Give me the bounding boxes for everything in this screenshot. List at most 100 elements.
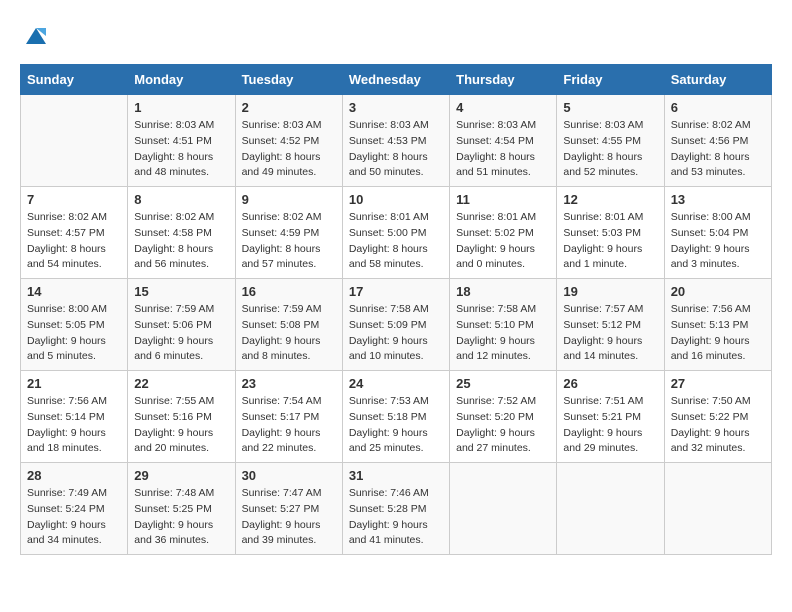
day-number: 4 xyxy=(456,100,550,115)
weekday-header-sunday: Sunday xyxy=(21,65,128,95)
day-info: Sunrise: 7:49 AMSunset: 5:24 PMDaylight:… xyxy=(27,486,121,549)
calendar-cell: 11 Sunrise: 8:01 AMSunset: 5:02 PMDayligh… xyxy=(450,187,557,279)
calendar-cell: 1Sunrise: 8:03 AMSunset: 4:51 PMDaylight… xyxy=(128,95,235,187)
day-number: 9 xyxy=(242,192,336,207)
day-info: Sunrise: 7:58 AMSunset: 5:10 PMDaylight:… xyxy=(456,302,550,365)
weekday-header-thursday: Thursday xyxy=(450,65,557,95)
day-info: Sunrise: 7:51 AMSunset: 5:21 PMDaylight:… xyxy=(563,394,657,457)
day-info: Sunrise: 8:00 AMSunset: 5:04 PMDaylight:… xyxy=(671,210,765,273)
calendar-cell: 14 Sunrise: 8:00 AMSunset: 5:05 PMDayligh… xyxy=(21,279,128,371)
calendar-cell: 19Sunrise: 7:57 AMSunset: 5:12 PMDayligh… xyxy=(557,279,664,371)
calendar-cell xyxy=(557,463,664,555)
calendar-cell: 15 Sunrise: 7:59 AMSunset: 5:06 PMDayligh… xyxy=(128,279,235,371)
weekday-header-saturday: Saturday xyxy=(664,65,771,95)
calendar-cell: 5Sunrise: 8:03 AMSunset: 4:55 PMDaylight… xyxy=(557,95,664,187)
day-info: Sunrise: 8:02 AMSunset: 4:58 PMDaylight:… xyxy=(134,210,228,273)
day-number: 27 xyxy=(671,376,765,391)
day-info: Sunrise: 8:01 AMSunset: 5:00 PMDaylight:… xyxy=(349,210,443,273)
weekday-header-wednesday: Wednesday xyxy=(342,65,449,95)
day-info: Sunrise: 8:03 AMSunset: 4:51 PMDaylight:… xyxy=(134,118,228,181)
day-number: 18 xyxy=(456,284,550,299)
day-number: 31 xyxy=(349,468,443,483)
calendar-cell: 20Sunrise: 7:56 AMSunset: 5:13 PMDayligh… xyxy=(664,279,771,371)
calendar-cell: 26 Sunrise: 7:51 AMSunset: 5:21 PMDayligh… xyxy=(557,371,664,463)
day-number: 24 xyxy=(349,376,443,391)
calendar-cell: 7 Sunrise: 8:02 AMSunset: 4:57 PMDaylight… xyxy=(21,187,128,279)
day-number: 29 xyxy=(134,468,228,483)
header xyxy=(20,20,772,48)
day-number: 8 xyxy=(134,192,228,207)
day-info: Sunrise: 7:53 AMSunset: 5:18 PMDaylight:… xyxy=(349,394,443,457)
calendar-cell: 17Sunrise: 7:58 AMSunset: 5:09 PMDayligh… xyxy=(342,279,449,371)
calendar-cell: 27 Sunrise: 7:50 AMSunset: 5:22 PMDayligh… xyxy=(664,371,771,463)
day-info: Sunrise: 7:56 AMSunset: 5:14 PMDaylight:… xyxy=(27,394,121,457)
day-number: 6 xyxy=(671,100,765,115)
day-info: Sunrise: 7:59 AMSunset: 5:08 PMDaylight:… xyxy=(242,302,336,365)
day-number: 10 xyxy=(349,192,443,207)
calendar-cell: 16 Sunrise: 7:59 AMSunset: 5:08 PMDayligh… xyxy=(235,279,342,371)
calendar-cell: 18 Sunrise: 7:58 AMSunset: 5:10 PMDayligh… xyxy=(450,279,557,371)
day-info: Sunrise: 8:03 AMSunset: 4:54 PMDaylight:… xyxy=(456,118,550,181)
calendar-cell: 21 Sunrise: 7:56 AMSunset: 5:14 PMDayligh… xyxy=(21,371,128,463)
calendar-week-2: 7 Sunrise: 8:02 AMSunset: 4:57 PMDaylight… xyxy=(21,187,772,279)
day-info: Sunrise: 7:55 AMSunset: 5:16 PMDaylight:… xyxy=(134,394,228,457)
calendar-cell: 22 Sunrise: 7:55 AMSunset: 5:16 PMDayligh… xyxy=(128,371,235,463)
calendar-cell: 2Sunrise: 8:03 AMSunset: 4:52 PMDaylight… xyxy=(235,95,342,187)
day-info: Sunrise: 8:01 AMSunset: 5:02 PMDaylight:… xyxy=(456,210,550,273)
day-number: 3 xyxy=(349,100,443,115)
calendar-cell: 4 Sunrise: 8:03 AMSunset: 4:54 PMDaylight… xyxy=(450,95,557,187)
day-info: Sunrise: 7:56 AMSunset: 5:13 PMDaylight:… xyxy=(671,302,765,365)
day-info: Sunrise: 8:02 AMSunset: 4:57 PMDaylight:… xyxy=(27,210,121,273)
day-info: Sunrise: 8:02 AMSunset: 4:59 PMDaylight:… xyxy=(242,210,336,273)
weekday-header-friday: Friday xyxy=(557,65,664,95)
day-info: Sunrise: 8:01 AMSunset: 5:03 PMDaylight:… xyxy=(563,210,657,273)
day-number: 26 xyxy=(563,376,657,391)
calendar-cell xyxy=(664,463,771,555)
day-info: Sunrise: 7:50 AMSunset: 5:22 PMDaylight:… xyxy=(671,394,765,457)
day-info: Sunrise: 8:03 AMSunset: 4:53 PMDaylight:… xyxy=(349,118,443,181)
calendar-cell: 3 Sunrise: 8:03 AMSunset: 4:53 PMDaylight… xyxy=(342,95,449,187)
calendar-cell: 9 Sunrise: 8:02 AMSunset: 4:59 PMDaylight… xyxy=(235,187,342,279)
calendar-cell: 30Sunrise: 7:47 AMSunset: 5:27 PMDayligh… xyxy=(235,463,342,555)
calendar-cell: 28 Sunrise: 7:49 AMSunset: 5:24 PMDayligh… xyxy=(21,463,128,555)
day-number: 21 xyxy=(27,376,121,391)
day-number: 17 xyxy=(349,284,443,299)
calendar-cell: 23 Sunrise: 7:54 AMSunset: 5:17 PMDayligh… xyxy=(235,371,342,463)
day-number: 7 xyxy=(27,192,121,207)
calendar-cell: 25 Sunrise: 7:52 AMSunset: 5:20 PMDayligh… xyxy=(450,371,557,463)
calendar-week-4: 21 Sunrise: 7:56 AMSunset: 5:14 PMDayligh… xyxy=(21,371,772,463)
day-number: 19 xyxy=(563,284,657,299)
calendar-cell xyxy=(21,95,128,187)
calendar-week-1: 1Sunrise: 8:03 AMSunset: 4:51 PMDaylight… xyxy=(21,95,772,187)
day-info: Sunrise: 7:52 AMSunset: 5:20 PMDaylight:… xyxy=(456,394,550,457)
calendar-cell: 31 Sunrise: 7:46 AMSunset: 5:28 PMDayligh… xyxy=(342,463,449,555)
day-info: Sunrise: 8:02 AMSunset: 4:56 PMDaylight:… xyxy=(671,118,765,181)
calendar-table: SundayMondayTuesdayWednesdayThursdayFrid… xyxy=(20,64,772,555)
day-number: 5 xyxy=(563,100,657,115)
calendar-cell: 6 Sunrise: 8:02 AMSunset: 4:56 PMDaylight… xyxy=(664,95,771,187)
calendar-week-3: 14 Sunrise: 8:00 AMSunset: 5:05 PMDayligh… xyxy=(21,279,772,371)
day-number: 25 xyxy=(456,376,550,391)
calendar-cell xyxy=(450,463,557,555)
day-number: 15 xyxy=(134,284,228,299)
day-number: 16 xyxy=(242,284,336,299)
weekday-header-row: SundayMondayTuesdayWednesdayThursdayFrid… xyxy=(21,65,772,95)
day-number: 28 xyxy=(27,468,121,483)
logo-icon xyxy=(22,20,50,48)
day-info: Sunrise: 8:00 AMSunset: 5:05 PMDaylight:… xyxy=(27,302,121,365)
calendar-cell: 10 Sunrise: 8:01 AMSunset: 5:00 PMDayligh… xyxy=(342,187,449,279)
day-number: 22 xyxy=(134,376,228,391)
day-number: 11 xyxy=(456,192,550,207)
calendar-cell: 12Sunrise: 8:01 AMSunset: 5:03 PMDayligh… xyxy=(557,187,664,279)
calendar-cell: 8 Sunrise: 8:02 AMSunset: 4:58 PMDaylight… xyxy=(128,187,235,279)
day-number: 14 xyxy=(27,284,121,299)
calendar-cell: 24 Sunrise: 7:53 AMSunset: 5:18 PMDayligh… xyxy=(342,371,449,463)
calendar-cell: 29Sunrise: 7:48 AMSunset: 5:25 PMDayligh… xyxy=(128,463,235,555)
day-info: Sunrise: 7:54 AMSunset: 5:17 PMDaylight:… xyxy=(242,394,336,457)
day-number: 23 xyxy=(242,376,336,391)
day-info: Sunrise: 7:46 AMSunset: 5:28 PMDaylight:… xyxy=(349,486,443,549)
day-info: Sunrise: 7:47 AMSunset: 5:27 PMDaylight:… xyxy=(242,486,336,549)
day-number: 2 xyxy=(242,100,336,115)
day-info: Sunrise: 7:59 AMSunset: 5:06 PMDaylight:… xyxy=(134,302,228,365)
day-number: 13 xyxy=(671,192,765,207)
